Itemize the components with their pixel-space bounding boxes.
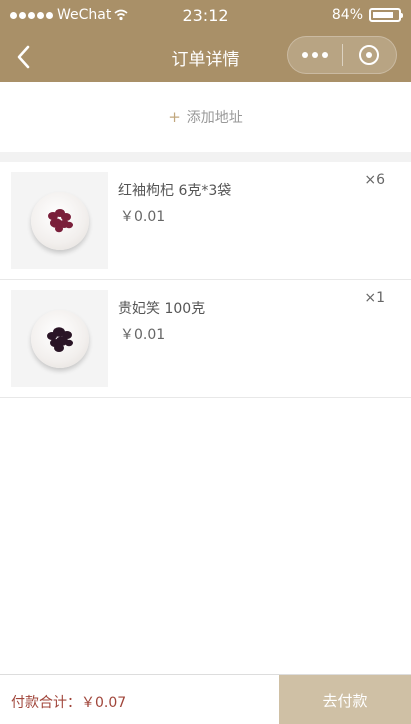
target-icon — [359, 45, 380, 65]
list-item[interactable]: 贵妃笑 100克 ￥0.01 ×1 — [0, 280, 411, 398]
plate-icon — [30, 191, 89, 250]
fruit-piece — [64, 221, 73, 228]
battery-fill — [373, 12, 394, 18]
product-image — [11, 172, 108, 269]
total-amount: 付款合计：￥0.07 — [11, 692, 126, 712]
product-quantity: ×6 — [364, 172, 385, 188]
plus-icon: + — [168, 108, 181, 126]
order-items: 红袖枸杞 6克*3袋 ￥0.01 ×6 贵妃笑 100克 ￥0.01 ×1 — [0, 162, 411, 398]
more-button[interactable] — [288, 37, 342, 73]
product-price: ￥0.01 — [120, 327, 166, 343]
dried-fruit-icon — [46, 326, 73, 352]
pay-button[interactable]: 去付款 — [279, 675, 411, 724]
total-label: 付款合计： — [11, 695, 81, 711]
product-price: ￥0.01 — [120, 209, 166, 225]
goji-berries-icon — [47, 208, 73, 232]
fruit-piece — [60, 212, 71, 221]
close-miniprogram-button[interactable] — [343, 37, 397, 73]
product-name: 贵妃笑 100克 — [118, 301, 206, 317]
nav-bar: 订单详情 — [0, 32, 411, 82]
more-icon — [301, 52, 328, 58]
battery-icon — [369, 8, 403, 22]
fruit-piece — [54, 225, 63, 232]
fruit-piece — [53, 343, 64, 352]
status-bar: WeChat 23:12 84% — [0, 0, 411, 32]
plate-icon — [30, 309, 89, 368]
checkout-bar: 付款合计：￥0.07 去付款 — [0, 674, 411, 724]
add-address-button[interactable]: + 添加地址 — [0, 82, 411, 152]
section-divider — [0, 152, 411, 162]
battery-percent: 84% — [331, 7, 363, 23]
status-right: 84% — [331, 7, 403, 23]
product-image — [11, 290, 108, 387]
total-value: ￥0.07 — [81, 695, 127, 711]
fruit-piece — [64, 339, 73, 346]
menu-capsule — [287, 36, 397, 74]
product-name: 红袖枸杞 6克*3袋 — [118, 183, 232, 199]
list-item[interactable]: 红袖枸杞 6克*3袋 ￥0.01 ×6 — [0, 162, 411, 280]
add-address-label: 添加地址 — [186, 110, 243, 126]
product-quantity: ×1 — [364, 290, 385, 306]
